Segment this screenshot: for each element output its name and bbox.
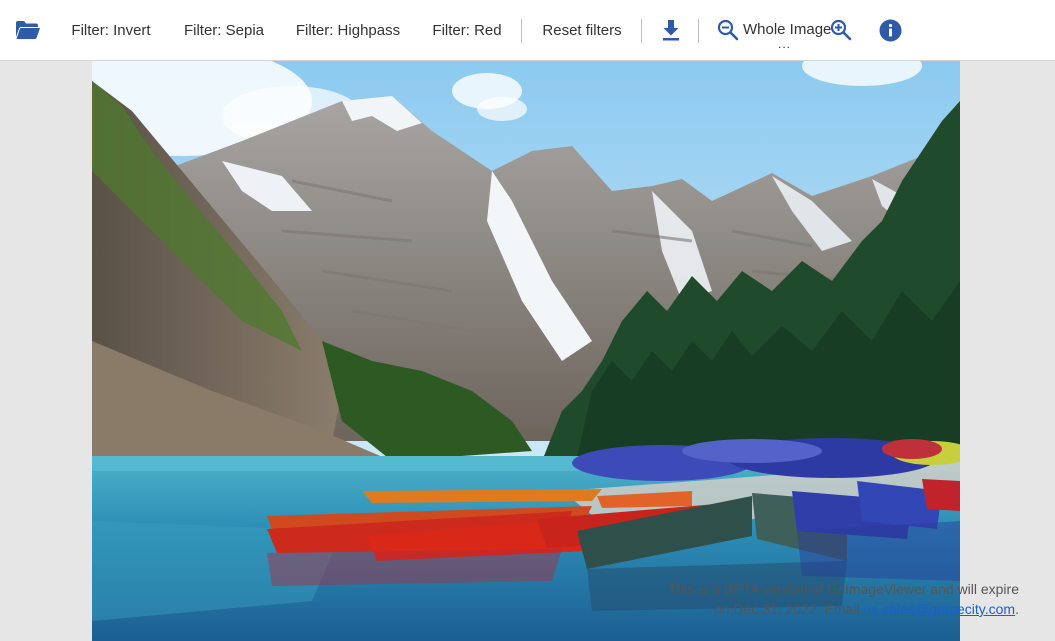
beta-notice-end: . xyxy=(1015,601,1019,617)
toolbar-separator xyxy=(698,19,699,43)
beta-notice: This is a BETA version of GcImageViewer … xyxy=(659,579,1019,619)
zoom-out-icon[interactable] xyxy=(713,0,743,60)
toolbar-separator xyxy=(641,19,642,43)
zoom-in-icon[interactable] xyxy=(826,0,856,60)
filter-highpass-button[interactable]: Filter: Highpass xyxy=(290,0,406,60)
landscape-image xyxy=(92,61,960,641)
zoom-level-label[interactable]: Whole Image xyxy=(743,21,831,38)
filter-red-button[interactable]: Filter: Red xyxy=(426,0,508,60)
open-folder-icon[interactable] xyxy=(10,0,46,60)
info-icon[interactable] xyxy=(875,0,905,60)
sales-email-link[interactable]: us.sales@grapecity.com xyxy=(863,601,1015,617)
toolbar: Filter: Invert Filter: Sepia Filter: Hig… xyxy=(0,0,1055,61)
filter-sepia-button[interactable]: Filter: Sepia xyxy=(178,0,270,60)
filter-invert-button[interactable]: Filter: Invert xyxy=(62,0,160,60)
reset-filters-button[interactable]: Reset filters xyxy=(534,0,630,60)
image-viewport[interactable]: This is a BETA version of GcImageViewer … xyxy=(0,61,1055,641)
image-viewer-app: Filter: Invert Filter: Sepia Filter: Hig… xyxy=(0,0,1055,641)
zoom-more-indicator[interactable]: ... xyxy=(778,37,791,51)
download-icon[interactable] xyxy=(656,0,686,60)
toolbar-separator xyxy=(521,19,522,43)
